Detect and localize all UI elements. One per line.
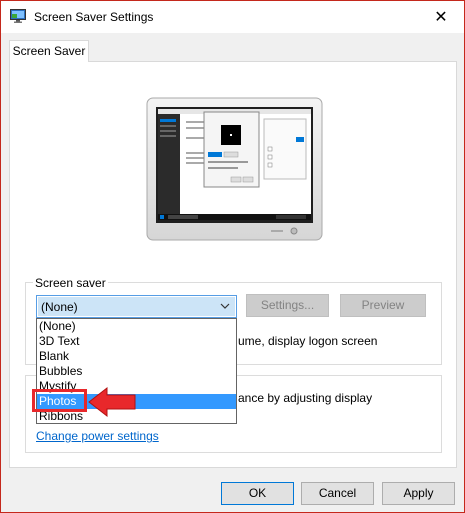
dropdown-item-none[interactable]: (None) (37, 319, 236, 334)
preview-button[interactable]: Preview (340, 294, 426, 317)
ok-button[interactable]: OK (221, 482, 294, 505)
tab-screen-saver[interactable]: Screen Saver (9, 40, 89, 62)
photos-highlight-box (32, 389, 87, 412)
screen-saver-settings-window: Screen Saver Settings ✕ Screen Saver Scr… (0, 0, 465, 513)
left-arrow-icon (88, 386, 136, 418)
chevron-down-icon (220, 303, 230, 309)
resume-logon-text: ume, display logon screen (238, 334, 378, 348)
title-bar[interactable]: Screen Saver Settings ✕ (1, 1, 464, 33)
close-button[interactable]: ✕ (418, 1, 464, 32)
change-power-settings-link[interactable]: Change power settings (36, 429, 159, 443)
monitor-preview (146, 97, 323, 241)
power-description-text: ance by adjusting display (238, 391, 373, 405)
screen-saver-group-label: Screen saver (33, 276, 108, 290)
combo-selected-value: (None) (41, 300, 78, 314)
window-title: Screen Saver Settings (34, 10, 154, 24)
settings-button[interactable]: Settings... (246, 294, 329, 317)
cancel-button[interactable]: Cancel (301, 482, 374, 505)
dropdown-item-blank[interactable]: Blank (37, 349, 236, 364)
dropdown-item-bubbles[interactable]: Bubbles (37, 364, 236, 379)
apply-button[interactable]: Apply (382, 482, 455, 505)
display-settings-icon (10, 9, 26, 23)
close-icon: ✕ (434, 8, 448, 26)
screen-saver-select[interactable]: (None) (36, 295, 237, 318)
dropdown-item-3d-text[interactable]: 3D Text (37, 334, 236, 349)
